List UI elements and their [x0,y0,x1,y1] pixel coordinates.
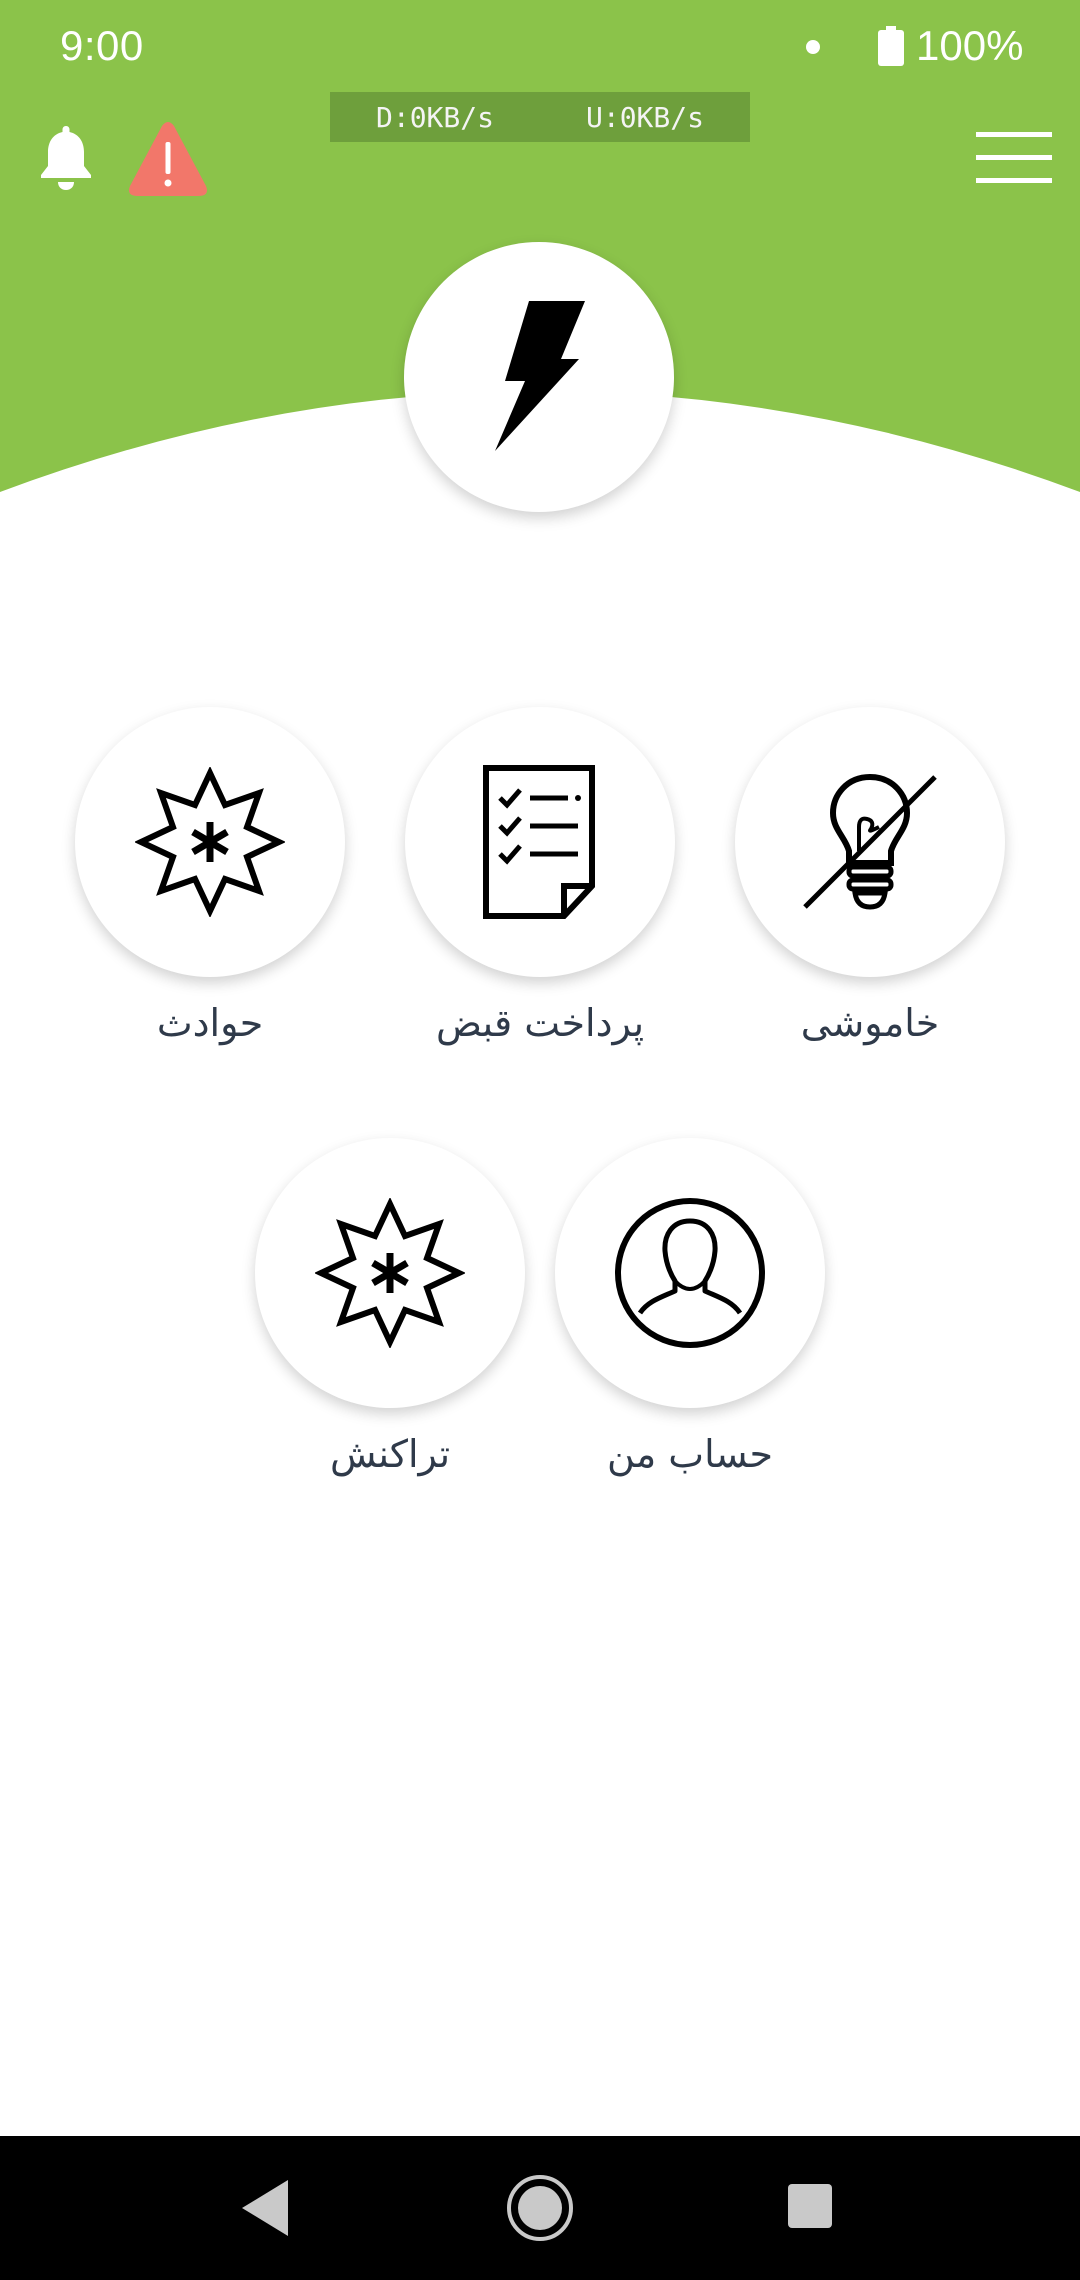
tile-incidents-label: حوادث [156,1001,264,1045]
tile-transactions-circle[interactable] [255,1138,525,1408]
tile-transactions-label: تراکنش [329,1432,451,1476]
tile-power-outage-label: خاموشی [800,1001,940,1045]
app-screen: 9:00 100% D:0KB/s U:0KB/s حوادث پرداخت ق… [0,0,1080,2280]
hamburger-menu-icon[interactable] [976,128,1052,188]
incident-star-icon [135,767,285,917]
status-bar: 9:00 100% [0,0,1080,96]
status-time: 9:00 [60,22,144,69]
tile-my-account[interactable]: حساب من [555,1138,825,1476]
network-speed-indicator: D:0KB/s U:0KB/s [330,92,750,142]
download-speed: D:0KB/s [375,100,494,134]
tile-incidents[interactable]: حوادث [75,707,345,1045]
back-triangle-icon[interactable] [240,2178,290,2238]
home-circle-icon[interactable] [504,2172,576,2244]
transaction-star-icon [315,1198,465,1348]
tile-my-account-label: حساب من [606,1432,774,1476]
tile-bill-payment[interactable]: پرداخت قبض [405,707,675,1045]
power-outage-bulb-icon [803,773,937,910]
system-navigation-bar [0,2136,1080,2280]
notification-dot-icon [806,40,820,54]
tile-transactions[interactable]: تراکنش [255,1138,525,1476]
tile-bill-payment-circle[interactable] [405,707,675,977]
tile-power-outage[interactable]: خاموشی [735,707,1005,1045]
recent-square-icon[interactable] [786,2182,834,2230]
tile-my-account-circle[interactable] [555,1138,825,1408]
main-power-button[interactable] [404,242,674,512]
tile-power-outage-circle[interactable] [735,707,1005,977]
warning-icon[interactable] [128,120,208,198]
battery-icon [878,26,904,66]
tile-bill-payment-label: پرداخت قبض [435,1001,645,1045]
lightning-bolt-icon [495,301,585,451]
bell-icon[interactable] [36,122,96,192]
battery-percentage: 100% [916,22,1024,69]
user-account-icon [615,1198,765,1348]
upload-speed: U:0KB/s [585,100,704,134]
tile-incidents-circle[interactable] [75,707,345,977]
bill-checklist-icon [483,765,595,919]
